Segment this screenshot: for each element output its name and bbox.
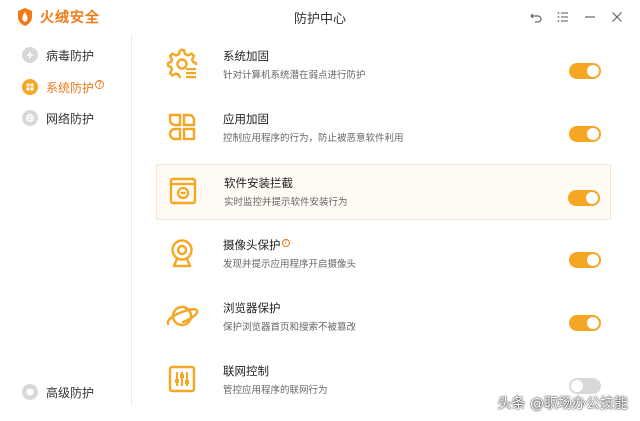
feature-title: 摄像头保护? (223, 237, 290, 253)
feature-desc: 发现并提示应用程序开启摄像头 (223, 259, 357, 270)
install-block-icon (169, 177, 197, 205)
feature-desc: 针对计算机系统潜在弱点进行防护 (223, 70, 366, 81)
webcam-protection-toggle[interactable] (569, 252, 601, 268)
feature-row-browser-protection: 浏览器保护 保护浏览器首页和搜索不被篡改 (156, 290, 611, 346)
feature-desc: 控制应用程序的行为，防止被恶意软件利用 (223, 133, 404, 144)
undo-arrow-icon[interactable] (527, 8, 545, 26)
sidebar: 病毒防护 系统防护? 网络防护 高级防护 (0, 34, 132, 406)
toggle-knob (587, 254, 599, 266)
sidebar-item-virus-protection[interactable]: 病毒防护 (22, 44, 94, 66)
advanced-shield-icon (22, 384, 38, 400)
protection-feature-list: 系统加固 针对计算机系统潜在弱点进行防护 应用加固 控制应用程序的行为，防止被恶… (133, 34, 640, 421)
brand: 火绒安全 (16, 7, 100, 27)
browser-protection-toggle[interactable] (569, 315, 601, 331)
windows-icon (22, 79, 38, 95)
close-icon[interactable] (608, 8, 626, 26)
toggle-knob (587, 65, 599, 77)
title-bar: 火绒安全 防护中心 (0, 0, 640, 34)
feature-row-app-hardening: 应用加固 控制应用程序的行为，防止被恶意软件利用 (156, 101, 611, 157)
toggle-knob (586, 192, 598, 204)
feature-row-system-hardening: 系统加固 针对计算机系统潜在弱点进行防护 (156, 38, 611, 94)
help-badge[interactable]: ? (95, 80, 105, 89)
brand-name: 火绒安全 (40, 10, 100, 26)
toggle-knob (571, 380, 583, 392)
sidebar-item-label: 系统防护? (46, 79, 105, 96)
feature-row-webcam-protection: 摄像头保护? 发现并提示应用程序开启摄像头 (156, 227, 611, 283)
feature-title: 应用加固 (223, 112, 269, 126)
feature-desc: 保护浏览器首页和搜索不被篡改 (223, 322, 357, 333)
system-hardening-toggle[interactable] (569, 63, 601, 79)
menu-list-icon[interactable] (554, 8, 572, 26)
feature-desc: 实时监控并提示软件安装行为 (224, 197, 348, 208)
help-badge[interactable]: ? (281, 238, 290, 247)
webcam-icon (171, 239, 193, 268)
toggle-knob (587, 317, 599, 329)
sidebar-item-advanced-protection[interactable]: 高级防护 (22, 381, 94, 403)
sidebar-item-label: 病毒防护 (46, 48, 95, 63)
shield-plus-icon (22, 47, 38, 63)
browser-planet-icon (166, 305, 199, 327)
feature-title: 系统加固 (223, 49, 269, 63)
feature-title: 联网控制 (223, 364, 269, 378)
sidebar-item-label: 网络防护 (46, 111, 95, 126)
app-hardening-toggle[interactable] (569, 126, 601, 142)
toggle-knob (587, 128, 599, 140)
watermark: 头条 @职场办公技能 (497, 396, 628, 412)
app-grid-icon (168, 113, 196, 141)
sidebar-item-label: 高级防护 (46, 385, 95, 400)
feature-row-install-block: 软件安装拦截 实时监控并提示软件安装行为 (156, 164, 611, 220)
minimize-icon[interactable] (581, 8, 599, 26)
sidebar-item-network-protection[interactable]: 网络防护 (22, 107, 94, 129)
feature-title: 软件安装拦截 (224, 176, 293, 190)
network-sliders-icon (168, 365, 196, 393)
gear-shield-icon (166, 48, 198, 79)
globe-icon (22, 110, 38, 126)
feature-desc: 管控应用程序的联网行为 (223, 385, 328, 396)
sidebar-item-system-protection[interactable]: 系统防护? (22, 76, 105, 98)
install-block-toggle[interactable] (568, 190, 600, 206)
network-control-toggle[interactable] (569, 378, 601, 394)
huorong-logo-icon (18, 8, 32, 26)
feature-title: 浏览器保护 (223, 301, 281, 315)
